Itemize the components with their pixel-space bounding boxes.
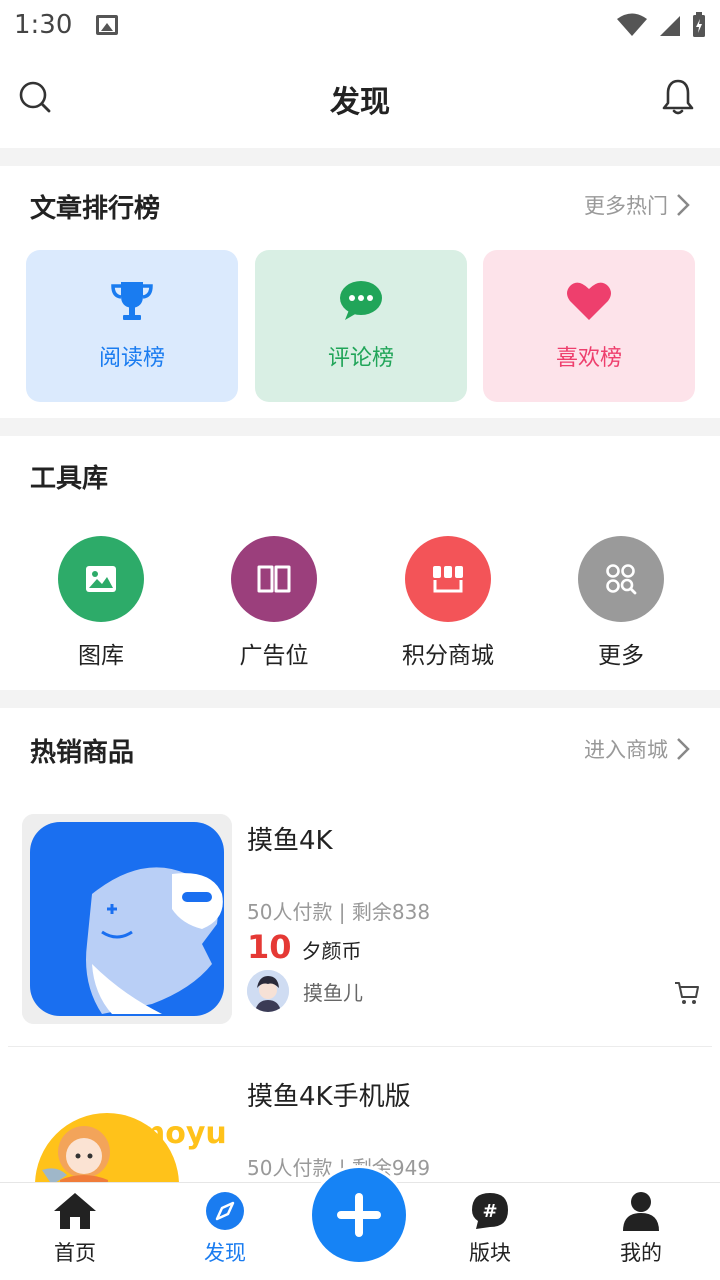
product-price: 10 夕颜币 <box>247 928 362 966</box>
tool-gallery[interactable]: 图库 <box>26 536 176 670</box>
rank-tile-read-label: 阅读榜 <box>98 346 165 371</box>
tool-ad-slot-label: 广告位 <box>239 643 309 669</box>
chevron-right-icon <box>677 738 690 760</box>
hot-products-title: 热销商品 <box>30 738 135 768</box>
heart-icon <box>565 280 613 326</box>
home-icon <box>54 1193 96 1229</box>
more-hot-link[interactable]: 更多热门 <box>584 190 690 220</box>
nav-boards[interactable]: # 版块 <box>435 1191 545 1267</box>
nav-discover[interactable]: 发现 <box>170 1191 280 1267</box>
rank-tile-comment-label: 评论榜 <box>327 346 394 371</box>
tool-points-mall-label: 积分商城 <box>402 643 494 669</box>
signal-icon <box>660 16 680 36</box>
book-icon <box>231 536 317 622</box>
cart-icon[interactable] <box>674 980 700 1010</box>
tool-ad-slot[interactable]: 广告位 <box>199 536 349 670</box>
hashtag-icon: # <box>472 1193 508 1229</box>
app-header: 发现 <box>0 50 720 148</box>
tool-more[interactable]: 更多 <box>546 536 696 670</box>
product-item[interactable]: moyu 摸鱼4K手机版 50人付款 | 剩余949 <box>0 1050 720 1182</box>
chat-bubble-icon <box>339 280 383 326</box>
product-name: 摸鱼4K <box>247 826 333 856</box>
trophy-icon <box>109 280 155 326</box>
page-title: 发现 <box>330 85 390 120</box>
seller-name: 摸鱼儿 <box>303 980 363 1005</box>
avatar <box>247 970 289 1012</box>
bell-icon[interactable] <box>662 78 694 120</box>
add-post-button[interactable] <box>309 1165 409 1265</box>
nav-home[interactable]: 首页 <box>20 1191 130 1267</box>
nav-profile-label: 我的 <box>620 1241 662 1265</box>
tool-points-mall[interactable]: 积分商城 <box>373 536 523 670</box>
chevron-right-icon <box>677 194 690 216</box>
status-icons <box>616 12 706 38</box>
image-icon <box>58 536 144 622</box>
hot-products-section: 热销商品 进入商城 摸鱼4K 50人付款 | 剩余838 10 夕颜币 摸鱼儿 … <box>0 708 720 1182</box>
rank-tile-like-label: 喜欢榜 <box>555 346 622 371</box>
product-name: 摸鱼4K手机版 <box>247 1082 411 1112</box>
image-notification-icon <box>96 15 119 35</box>
tool-more-label: 更多 <box>598 643 644 669</box>
product-thumbnail: moyu <box>22 1070 232 1182</box>
more-hot-label: 更多热门 <box>584 194 668 218</box>
wifi-icon <box>617 13 647 36</box>
rank-tile-read[interactable]: 阅读榜 <box>26 250 238 402</box>
user-icon <box>623 1192 659 1231</box>
status-bar: 1:30 <box>0 0 720 50</box>
fab-inner <box>312 1168 406 1262</box>
svg-text:#: # <box>482 1201 497 1222</box>
enter-mall-link[interactable]: 进入商城 <box>584 734 690 764</box>
seller-info[interactable]: 摸鱼儿 <box>247 970 363 1012</box>
product-item[interactable]: 摸鱼4K 50人付款 | 剩余838 10 夕颜币 摸鱼儿 <box>0 794 720 1044</box>
compass-icon <box>206 1192 244 1230</box>
price-unit: 夕颜币 <box>301 939 362 963</box>
nav-home-label: 首页 <box>54 1241 96 1265</box>
nav-discover-label: 发现 <box>204 1241 246 1265</box>
tools-title: 工具库 <box>30 464 109 494</box>
nav-profile[interactable]: 我的 <box>586 1191 696 1267</box>
grid-search-icon <box>578 536 664 622</box>
nav-boards-label: 版块 <box>469 1241 511 1265</box>
battery-icon <box>693 12 705 37</box>
shop-icon <box>405 536 491 622</box>
rank-tile-comment[interactable]: 评论榜 <box>255 250 467 402</box>
rankings-title: 文章排行榜 <box>30 194 161 224</box>
plus-icon <box>337 1193 381 1237</box>
product-divider <box>8 1046 712 1047</box>
rank-tile-like[interactable]: 喜欢榜 <box>483 250 695 402</box>
product-thumbnail <box>22 814 232 1024</box>
product-stats: 50人付款 | 剩余838 <box>247 900 431 924</box>
rankings-section: 文章排行榜 更多热门 阅读榜 评论榜 喜欢榜 <box>0 166 720 418</box>
status-time: 1:30 <box>14 10 73 40</box>
search-icon[interactable] <box>18 80 52 118</box>
tools-section: 工具库 图库 广告位 积分商城 更多 <box>0 436 720 690</box>
price-value: 10 <box>247 928 292 966</box>
product-thumbnail-text: moyu <box>134 1116 227 1151</box>
enter-mall-label: 进入商城 <box>584 738 668 762</box>
tool-gallery-label: 图库 <box>78 643 124 669</box>
